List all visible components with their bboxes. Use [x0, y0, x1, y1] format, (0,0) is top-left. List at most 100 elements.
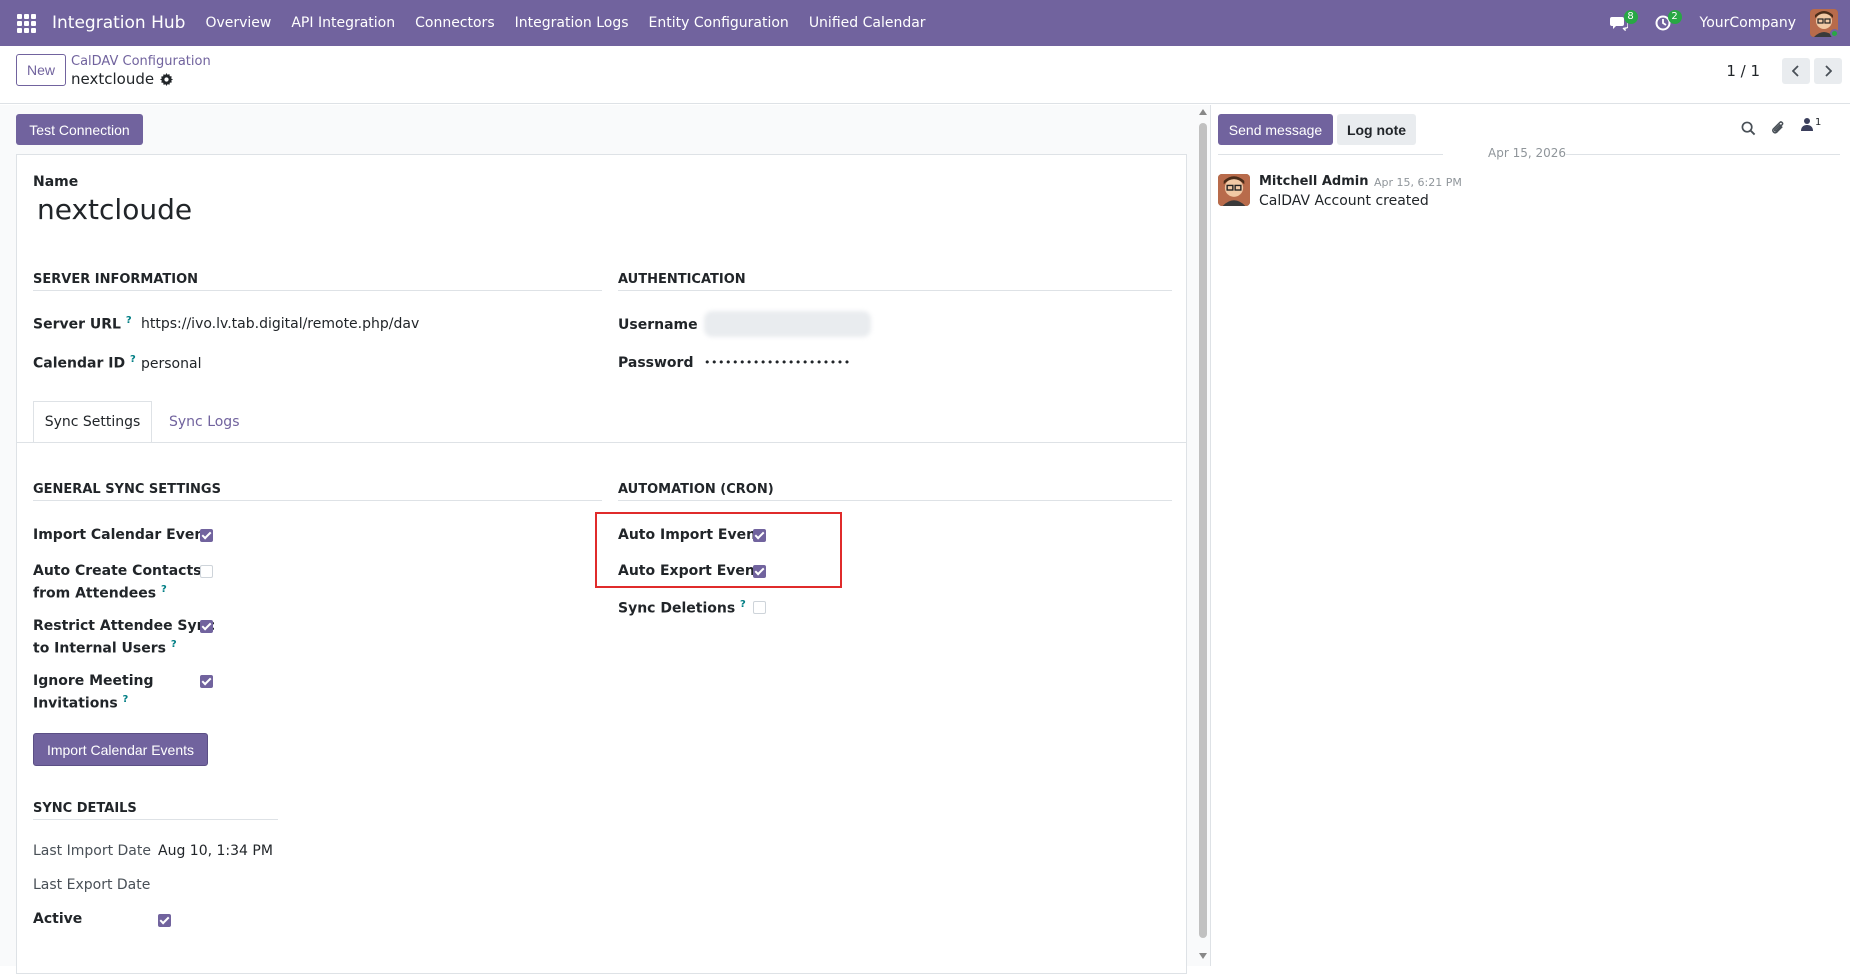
ignore-meeting-checkbox[interactable] [200, 675, 213, 688]
restrict-attendee-label-line2: to Internal Users ? [33, 639, 177, 657]
server-url-help-icon[interactable]: ? [126, 315, 132, 326]
tab-sync-logs[interactable]: Sync Logs [169, 414, 240, 430]
log-note-button[interactable]: Log note [1337, 114, 1416, 145]
sync-deletions-help-icon[interactable]: ? [740, 599, 746, 610]
scroll-up-icon[interactable] [1199, 109, 1207, 115]
auto-create-contacts-label: Auto Create Contacts [33, 563, 202, 579]
calendar-id-label: Calendar ID ? [33, 354, 136, 372]
date-separator-line-right [1566, 154, 1840, 155]
ignore-meeting-label: Ignore Meeting [33, 673, 154, 689]
restrict-attendee-checkbox[interactable] [200, 620, 213, 633]
server-url-input[interactable]: https://ivo.lv.tab.digital/remote.php/da… [141, 316, 419, 332]
server-url-label: Server URL ? [33, 315, 132, 333]
followers-count: 1 [1815, 117, 1822, 128]
message-author-avatar[interactable] [1218, 174, 1250, 206]
control-panel: New CalDAV Configuration nextcloude 1 / … [0, 46, 1850, 104]
active-label: Active [33, 911, 83, 927]
active-checkbox[interactable] [158, 914, 171, 927]
auto-import-event-label: Auto Import Event [618, 527, 763, 543]
pager-previous-button[interactable] [1782, 58, 1810, 84]
scroll-down-icon[interactable] [1199, 953, 1207, 959]
password-input[interactable]: ••••••••••••••••••••• [704, 356, 851, 369]
import-calendar-event-label: Import Calendar Event [33, 527, 211, 543]
online-status-dot [1830, 29, 1838, 37]
auto-import-event-checkbox[interactable] [753, 529, 766, 542]
calendar-id-help-icon[interactable]: ? [130, 354, 136, 365]
last-import-date-value: Aug 10, 1:34 PM [158, 843, 273, 859]
top-navbar: Integration Hub Overview API Integration… [0, 0, 1850, 46]
tab-sync-settings[interactable]: Sync Settings [33, 401, 152, 443]
date-separator-line-left [1218, 154, 1443, 155]
username-label: Username [618, 317, 698, 333]
chevron-right-icon [1825, 65, 1832, 77]
auto-export-event-label: Auto Export Event [618, 563, 762, 579]
chatter-panel: Send message Log note 1 Apr 15, 2026 Mit… [1210, 105, 1850, 966]
authentication-title: AUTHENTICATION [618, 272, 746, 287]
breadcrumb-parent[interactable]: CalDAV Configuration [71, 54, 211, 69]
app-name[interactable]: Integration Hub [52, 13, 185, 33]
new-button[interactable]: New [16, 54, 66, 86]
activities-badge: 2 [1667, 10, 1682, 24]
pager-next-button[interactable] [1814, 58, 1842, 84]
sync-deletions-checkbox[interactable] [753, 601, 766, 614]
paperclip-icon[interactable] [1771, 120, 1786, 137]
sync-deletions-label: Sync Deletions ? [618, 599, 746, 617]
test-connection-button[interactable]: Test Connection [16, 114, 143, 145]
auto-export-event-checkbox[interactable] [753, 565, 766, 578]
menu-connectors[interactable]: Connectors [415, 15, 495, 31]
sync-details-separator [33, 819, 278, 820]
form-scrollbar[interactable] [1196, 105, 1210, 966]
password-label: Password [618, 355, 694, 371]
message-author[interactable]: Mitchell Admin [1259, 174, 1368, 189]
username-input-redacted[interactable] [704, 311, 871, 337]
restrict-attendee-label: Restrict Attendee Sync [33, 618, 215, 634]
auto-create-contacts-help-icon[interactable]: ? [161, 584, 167, 595]
restrict-attendee-help-icon[interactable]: ? [171, 639, 177, 650]
general-sync-separator [33, 500, 602, 501]
gear-icon[interactable] [160, 72, 174, 86]
import-calendar-event-checkbox[interactable] [200, 529, 213, 542]
breadcrumb-current: nextcloude [71, 70, 174, 88]
automation-separator [618, 500, 1172, 501]
name-input[interactable]: nextcloude [37, 193, 192, 226]
breadcrumb-current-label: nextcloude [71, 70, 155, 88]
message-time: Apr 15, 6:21 PM [1374, 176, 1462, 189]
pager-value[interactable]: 1 / 1 [1726, 62, 1760, 80]
calendar-id-input[interactable]: personal [141, 356, 201, 372]
auto-create-contacts-checkbox[interactable] [200, 565, 213, 578]
last-import-date-label: Last Import Date [33, 843, 151, 859]
menu-unified-calendar[interactable]: Unified Calendar [809, 15, 926, 31]
menu-integration-logs[interactable]: Integration Logs [515, 15, 629, 31]
chevron-left-icon [1792, 65, 1799, 77]
menu-overview[interactable]: Overview [205, 15, 271, 31]
last-export-date-label: Last Export Date [33, 877, 151, 893]
authentication-separator [618, 290, 1172, 291]
name-label: Name [33, 174, 79, 190]
company-switcher[interactable]: YourCompany [1700, 15, 1797, 31]
messages-button[interactable]: 8 [1604, 8, 1638, 38]
search-icon[interactable] [1741, 121, 1756, 136]
activities-button[interactable]: 2 [1648, 8, 1682, 38]
user-avatar[interactable] [1810, 9, 1838, 37]
tabs-bottom-border [17, 442, 1186, 443]
followers-button[interactable]: 1 [1801, 117, 1821, 131]
messages-badge: 8 [1623, 10, 1638, 24]
sync-details-title: SYNC DETAILS [33, 801, 137, 816]
server-info-title: SERVER INFORMATION [33, 272, 199, 287]
apps-menu-icon[interactable] [0, 0, 52, 46]
menu-entity-configuration[interactable]: Entity Configuration [649, 15, 789, 31]
menu-api-integration[interactable]: API Integration [291, 15, 395, 31]
import-calendar-events-button[interactable]: Import Calendar Events [33, 733, 208, 766]
form-sheet: Name nextcloude SERVER INFORMATION Serve… [16, 154, 1187, 974]
server-info-separator [33, 290, 602, 291]
ignore-meeting-help-icon[interactable]: ? [123, 694, 129, 705]
message-body: CalDAV Account created [1259, 193, 1429, 209]
auto-create-contacts-label-line2: from Attendees ? [33, 584, 167, 602]
ignore-meeting-label-line2: Invitations ? [33, 694, 129, 712]
date-separator: Apr 15, 2026 [1488, 146, 1567, 160]
general-sync-title: GENERAL SYNC SETTINGS [33, 482, 221, 497]
form-view: Test Connection Name nextcloude SERVER I… [0, 105, 1210, 974]
send-message-button[interactable]: Send message [1218, 114, 1333, 145]
user-icon [1801, 118, 1813, 131]
scrollbar-thumb[interactable] [1199, 123, 1207, 938]
